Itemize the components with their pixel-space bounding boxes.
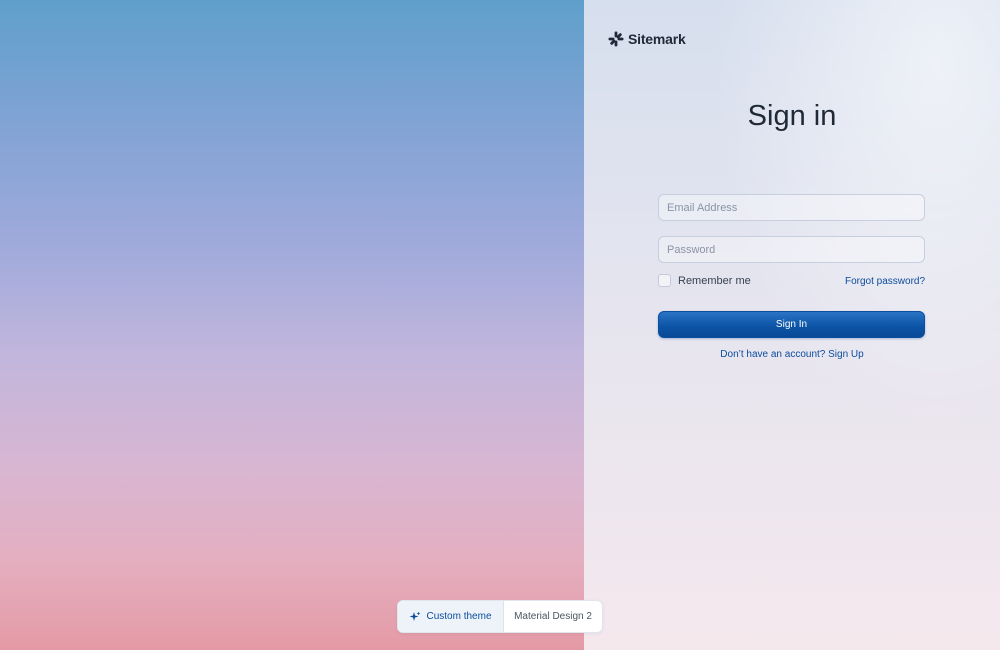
moon-icon[interactable] (953, 33, 967, 47)
remember-me-label: Remember me (678, 274, 751, 287)
forgot-password-link[interactable]: Forgot password? (845, 276, 925, 287)
sign-up-link[interactable]: Don’t have an account? Sign Up (584, 349, 1000, 360)
custom-theme-label: Custom theme (426, 611, 492, 622)
sign-in-button[interactable]: Sign In (658, 311, 925, 338)
checkbox-box[interactable] (658, 274, 671, 287)
sparkle-icon (409, 611, 421, 621)
material-design-label: Material Design 2 (514, 611, 592, 622)
background-gradient-panel (0, 0, 584, 650)
sitemark-logo-icon (608, 31, 624, 47)
signin-panel: Sitemark Sign in Remember me Forgot pass… (584, 0, 1000, 650)
page-title: Sign in (747, 100, 837, 132)
brand-logo: Sitemark (608, 31, 686, 47)
material-design-option[interactable]: Material Design 2 (504, 601, 602, 632)
remember-me-checkbox[interactable]: Remember me (658, 274, 751, 287)
email-field[interactable] (658, 194, 925, 221)
theme-switcher: Custom theme Material Design 2 (397, 600, 603, 633)
password-field[interactable] (658, 236, 925, 263)
brand-name: Sitemark (628, 31, 686, 47)
custom-theme-option[interactable]: Custom theme (398, 601, 504, 632)
